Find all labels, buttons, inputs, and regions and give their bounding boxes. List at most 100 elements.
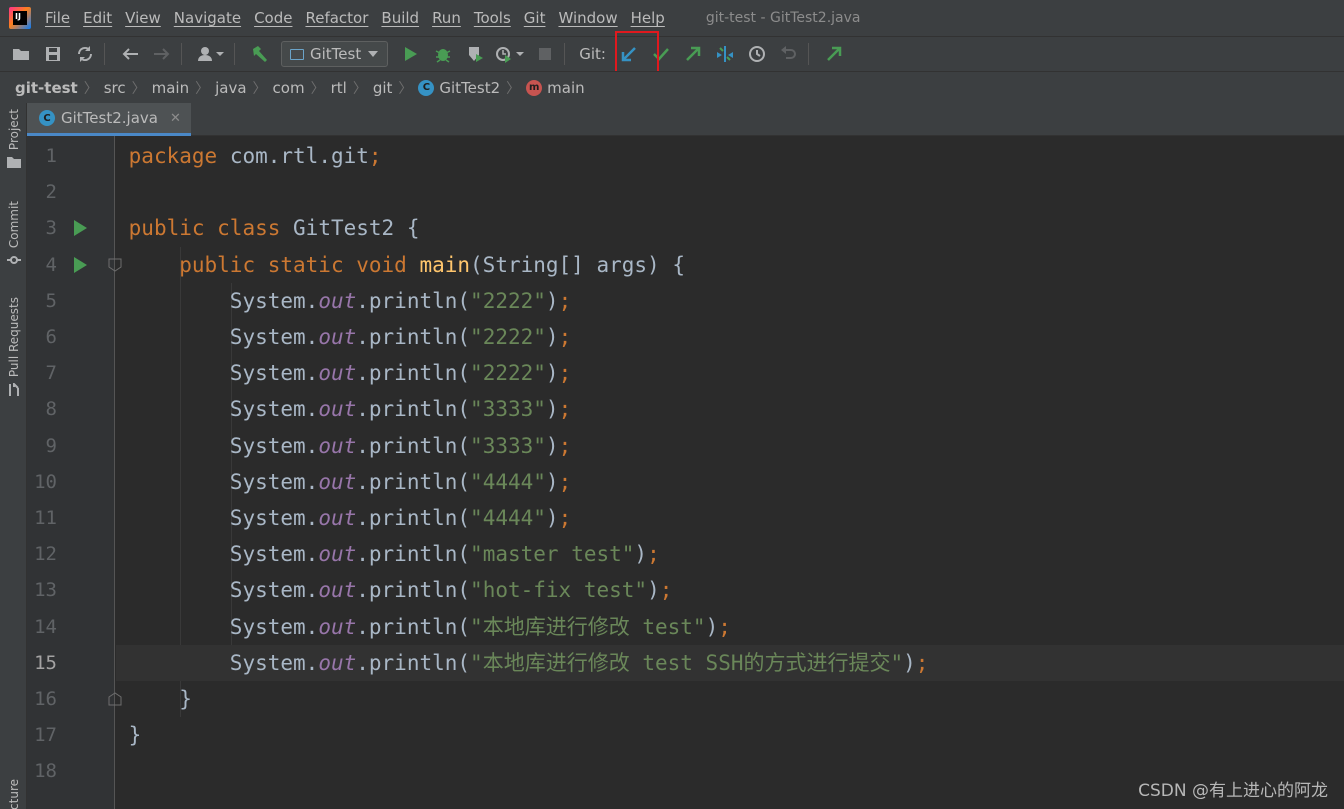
- project-tool-tab[interactable]: Project: [0, 109, 27, 169]
- code-line[interactable]: System.out.println("4444");: [116, 500, 1344, 536]
- code-line[interactable]: }: [116, 681, 1344, 717]
- coverage-icon[interactable]: [462, 41, 488, 67]
- code-token: .println(: [356, 506, 471, 530]
- breadcrumb-class[interactable]: GitTest2: [439, 79, 500, 97]
- tab-label: GitTest2.java: [61, 109, 158, 127]
- pull-requests-tool-tab[interactable]: Pull Requests: [0, 297, 27, 397]
- code-token: .println(: [356, 325, 471, 349]
- line-padding: [116, 397, 129, 421]
- menu-build[interactable]: Build: [381, 9, 419, 27]
- menu-file[interactable]: File: [45, 9, 70, 27]
- git-push-icon[interactable]: [680, 41, 706, 67]
- breadcrumb-main[interactable]: main: [152, 79, 189, 97]
- line-padding: [116, 144, 129, 168]
- code-line[interactable]: System.out.println("3333");: [116, 391, 1344, 427]
- code-token: System.: [128, 542, 319, 567]
- menu-tools[interactable]: Tools: [474, 9, 511, 27]
- watermark: CSDN @有上进心的阿龙: [1138, 781, 1328, 801]
- code-area[interactable]: package com.rtl.git; public class GitTes…: [116, 136, 1344, 809]
- menu-git[interactable]: Git: [524, 9, 546, 27]
- breadcrumb-project[interactable]: git-test: [15, 79, 78, 97]
- code-token: com.rtl.git: [229, 144, 369, 168]
- pull-request-icon: [8, 383, 19, 397]
- method-icon: m: [526, 79, 543, 96]
- menu-view[interactable]: View: [125, 9, 161, 27]
- code-token: System.: [128, 288, 319, 313]
- code-line[interactable]: System.out.println("2222");: [116, 355, 1344, 391]
- breadcrumb-method[interactable]: main: [547, 79, 584, 97]
- code-line[interactable]: System.out.println("2222");: [116, 283, 1344, 319]
- code-editor[interactable]: 1 2 3 4 5 6 7 8 9 10 11 12 13 14 15 16 17 18 package com.…: [27, 136, 1344, 809]
- code-line[interactable]: System.out.println("4444");: [116, 464, 1344, 500]
- breadcrumb-separator: 〉: [252, 80, 267, 97]
- code-line[interactable]: System.out.println("hot-fix test");: [116, 572, 1344, 608]
- code-line[interactable]: [116, 174, 1344, 210]
- profile-dropdown-icon[interactable]: [494, 41, 526, 67]
- line-padding: [116, 506, 129, 530]
- menu-refactor[interactable]: Refactor: [305, 9, 368, 27]
- structure-tool-tab[interactable]: cture: [0, 779, 27, 809]
- menu-run[interactable]: Run: [432, 9, 461, 27]
- menu-code[interactable]: Code: [254, 9, 292, 27]
- structure-tab-label: cture: [6, 779, 21, 809]
- run-icon[interactable]: [398, 41, 424, 67]
- code-line[interactable]: }: [116, 717, 1344, 753]
- code-token: .println(: [356, 288, 471, 313]
- open-folder-icon[interactable]: [8, 41, 34, 67]
- user-dropdown-icon[interactable]: [194, 41, 228, 67]
- breadcrumb-java[interactable]: java: [215, 79, 246, 97]
- code-line[interactable]: System.out.println("master test");: [116, 536, 1344, 572]
- code-line[interactable]: public static void main(String[] args) {: [116, 247, 1344, 283]
- run-gutter-icon[interactable]: [74, 256, 87, 273]
- toolbar-separator: [234, 43, 235, 65]
- breadcrumb-com[interactable]: com: [273, 79, 305, 97]
- git-update-project-icon[interactable]: [616, 41, 642, 67]
- tab-gittest2-java[interactable]: C GitTest2.java ✕: [27, 103, 191, 136]
- run-gutter-icon[interactable]: [74, 220, 87, 237]
- breadcrumb-separator: 〉: [398, 80, 413, 97]
- build-hammer-icon[interactable]: [247, 41, 273, 67]
- code-line[interactable]: package com.rtl.git;: [116, 138, 1344, 174]
- breadcrumb-rtl[interactable]: rtl: [331, 79, 347, 97]
- commit-tool-tab[interactable]: Commit: [0, 201, 27, 266]
- forward-icon[interactable]: [149, 41, 175, 67]
- code-token: System.: [128, 469, 319, 494]
- git-history-icon[interactable]: [744, 41, 770, 67]
- toolbar: GitTest Git:: [0, 36, 1344, 71]
- menu-navigate[interactable]: Navigate: [174, 9, 241, 27]
- git-merge-icon[interactable]: [712, 41, 738, 67]
- breadcrumb-src[interactable]: src: [104, 79, 126, 97]
- code-line[interactable]: public class GitTest2 {: [116, 210, 1344, 246]
- code-token: "3333": [470, 397, 546, 422]
- code-line[interactable]: System.out.println("本地库进行修改 test");: [116, 609, 1344, 645]
- line-number: 1: [45, 145, 57, 167]
- share-push-icon[interactable]: [821, 41, 847, 67]
- breadcrumb-git[interactable]: git: [373, 79, 393, 97]
- code-line[interactable]: System.out.println("本地库进行修改 test SSH的方式进…: [116, 644, 1344, 681]
- code-line[interactable]: System.out.println("3333");: [116, 428, 1344, 464]
- stop-icon[interactable]: [532, 41, 558, 67]
- menu-window[interactable]: Window: [558, 9, 617, 27]
- git-rollback-icon[interactable]: [776, 41, 802, 67]
- breadcrumb-separator: 〉: [195, 80, 210, 97]
- save-icon[interactable]: [40, 41, 66, 67]
- code-token: System.: [128, 614, 319, 639]
- line-number: 6: [45, 326, 57, 348]
- code-token: public static void: [179, 252, 420, 277]
- menu-edit[interactable]: Edit: [83, 9, 112, 27]
- back-icon[interactable]: [117, 41, 143, 67]
- code-token: ;: [558, 325, 572, 349]
- code-token: System.: [128, 578, 319, 603]
- code-token: ): [545, 288, 559, 313]
- sync-icon[interactable]: [72, 41, 98, 67]
- run-configuration-dropdown[interactable]: GitTest: [281, 41, 389, 67]
- code-token: out: [318, 469, 357, 494]
- code-token: ): [545, 361, 559, 386]
- code-line[interactable]: System.out.println("2222");: [116, 319, 1344, 355]
- menu-help[interactable]: Help: [631, 9, 665, 27]
- code-token: }: [128, 723, 142, 748]
- code-token: out: [318, 433, 357, 458]
- debug-icon[interactable]: [430, 41, 456, 67]
- git-commit-icon[interactable]: [648, 41, 674, 67]
- close-icon[interactable]: ✕: [170, 111, 181, 126]
